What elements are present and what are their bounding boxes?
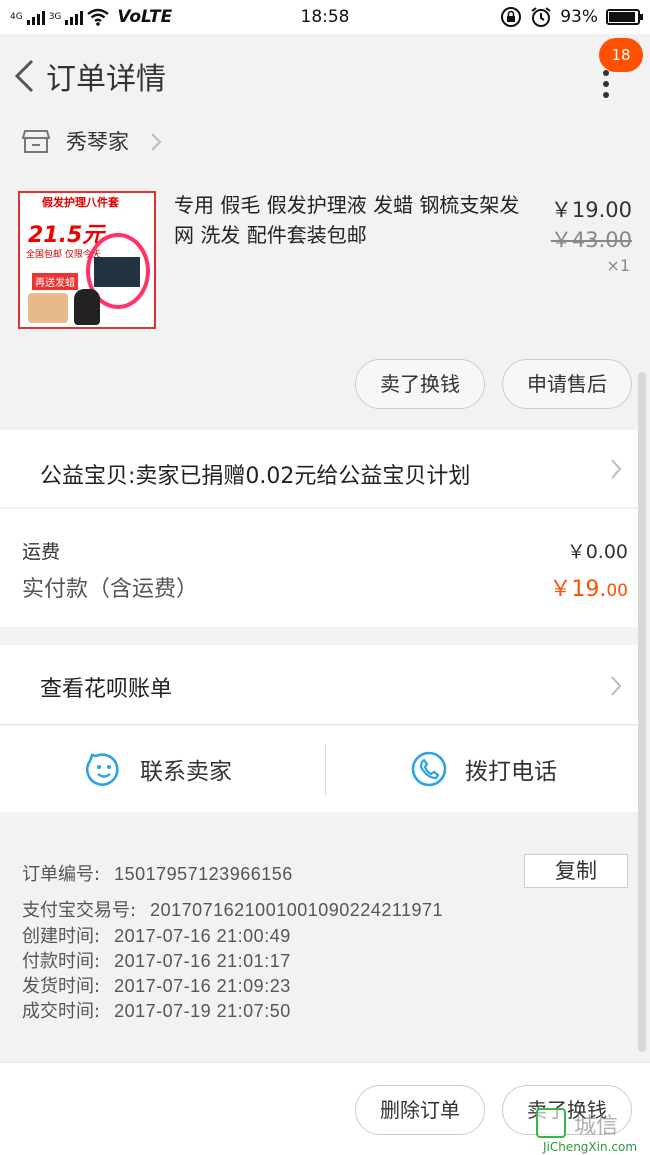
closed-time-label: 成交时间: (22, 1001, 101, 1022)
hair-net-box-image (94, 257, 140, 287)
charity-text: 公益宝贝:卖家已捐赠0.02元给公益宝贝计划 (40, 464, 471, 489)
shop-icon (22, 130, 50, 153)
back-arrow-icon[interactable] (12, 58, 36, 94)
alipay-trade-value: 2017071621001001090224211971 (150, 900, 444, 920)
bottle-image (28, 293, 68, 323)
watermark-text: 城信 (574, 1114, 619, 1139)
wifi-icon (87, 8, 110, 26)
battery-level (609, 12, 636, 22)
contact-row: 联系卖家 拨打电话 (0, 726, 638, 812)
thumbnail-price-text: 21.5元 (28, 223, 105, 248)
call-button[interactable]: 拨打电话 (411, 726, 557, 812)
contact-seller-button[interactable]: 联系卖家 (86, 726, 232, 812)
closed-time-line: 成交时间: 2017-07-19 21:07:50 (22, 997, 291, 1023)
signal-icon-2 (65, 9, 84, 25)
chevron-right-icon (611, 459, 622, 479)
created-time-label: 创建时间: (22, 926, 101, 947)
battery-percent: 93% (560, 7, 598, 27)
product-quantity: ×1 (606, 256, 630, 275)
watermark: 城信 JiChengXin.com (530, 1106, 650, 1155)
alipay-trade-line: 支付宝交易号: 2017071621001001090224211971 (22, 896, 443, 922)
sell-button[interactable]: 卖了换钱 (355, 359, 485, 409)
product-price: ￥19.00 (550, 198, 632, 222)
order-number-value: 15017957123966156 (114, 864, 293, 884)
copy-button[interactable]: 复制 (524, 854, 628, 888)
scrollbar[interactable] (638, 372, 646, 1052)
network-4g-label: 4G (10, 12, 23, 22)
phone-icon (411, 751, 447, 787)
comb-image (74, 289, 100, 325)
payment-summary: 运费 ￥0.00 实付款（含运费） ￥19.00 (0, 509, 638, 627)
paid-amount-value: ￥19.00 (549, 571, 628, 603)
shop-row[interactable]: 秀琴家 (0, 120, 650, 164)
huabei-row[interactable]: 查看花呗账单 (0, 645, 638, 725)
status-bar: 4G 3G VoLTE 18:58 93% (0, 0, 650, 34)
huabei-bill-label: 查看花呗账单 (40, 677, 173, 702)
network-3g-label: 3G (48, 12, 62, 22)
battery-icon (606, 9, 643, 25)
created-time-line: 创建时间: 2017-07-16 21:00:49 (22, 922, 291, 948)
after-sale-button[interactable]: 申请售后 (502, 359, 632, 409)
product-thumbnail[interactable]: 假发护理八件套 21.5元 全国包邮 仅限今天 再送发蜡 (18, 191, 156, 329)
rotation-lock-icon (501, 7, 522, 27)
chevron-right-icon (611, 676, 622, 696)
product-original-price: ￥43.00 (550, 228, 632, 252)
paid-time-line: 付款时间: 2017-07-16 21:01:17 (22, 947, 291, 973)
created-time-value: 2017-07-16 21:00:49 (114, 926, 291, 946)
charity-row[interactable]: 公益宝贝:卖家已捐赠0.02元给公益宝贝计划 (0, 430, 638, 508)
volte-label: VoLTE (117, 7, 173, 27)
paid-amount-decimal: 00 (606, 581, 628, 601)
more-menu-icon[interactable] (598, 70, 614, 100)
shipped-time-label: 发货时间: (22, 976, 101, 997)
status-right: 93% (500, 6, 643, 28)
order-number-line: 订单编号: 15017957123966156 (22, 860, 293, 886)
shipped-time-line: 发货时间: 2017-07-16 21:09:23 (22, 972, 291, 998)
page-title: 订单详情 (46, 62, 166, 97)
paid-time-label: 付款时间: (22, 951, 101, 972)
paid-time-value: 2017-07-16 21:01:17 (114, 951, 291, 971)
status-left: 4G 3G VoLTE (10, 7, 500, 27)
product-card[interactable]: 假发护理八件套 21.5元 全国包邮 仅限今天 再送发蜡 专用 假毛 假发护理液… (0, 176, 650, 426)
watermark-logo (536, 1108, 566, 1138)
closed-time-value: 2017-07-19 21:07:50 (114, 1001, 291, 1021)
contact-seller-label: 联系卖家 (140, 759, 232, 785)
paid-amount-main: ￥19. (549, 577, 607, 602)
chat-icon (86, 753, 119, 786)
product-title[interactable]: 专用 假毛 假发护理液 发蜡 钢梳支架发网 洗发 配件套装包邮 (174, 190, 534, 250)
watermark-url: JiChengXin.com (542, 1140, 638, 1154)
call-label: 拨打电话 (465, 759, 557, 785)
paid-amount-label: 实付款（含运费） (22, 577, 199, 602)
delete-order-button[interactable]: 删除订单 (355, 1085, 485, 1135)
signal-icon (26, 9, 45, 25)
thumbnail-top-text: 假发护理八件套 (20, 193, 154, 213)
notification-badge[interactable]: 18 (599, 38, 643, 72)
order-info: 订单编号: 15017957123966156 复制 支付宝交易号: 2017071… (0, 828, 638, 1038)
alipay-trade-label: 支付宝交易号: (22, 900, 137, 921)
shipped-time-value: 2017-07-16 21:09:23 (114, 976, 291, 996)
shipping-fee-value: ￥0.00 (566, 541, 628, 563)
header: 订单详情 18 (0, 34, 650, 120)
chevron-right-icon (151, 133, 162, 151)
thumbnail-tag: 再送发蜡 (32, 273, 78, 290)
shop-name[interactable]: 秀琴家 (66, 126, 129, 156)
shipping-fee-label: 运费 (22, 541, 61, 563)
order-number-label: 订单编号: (22, 864, 101, 885)
alarm-icon (531, 7, 551, 27)
divider (325, 744, 326, 796)
